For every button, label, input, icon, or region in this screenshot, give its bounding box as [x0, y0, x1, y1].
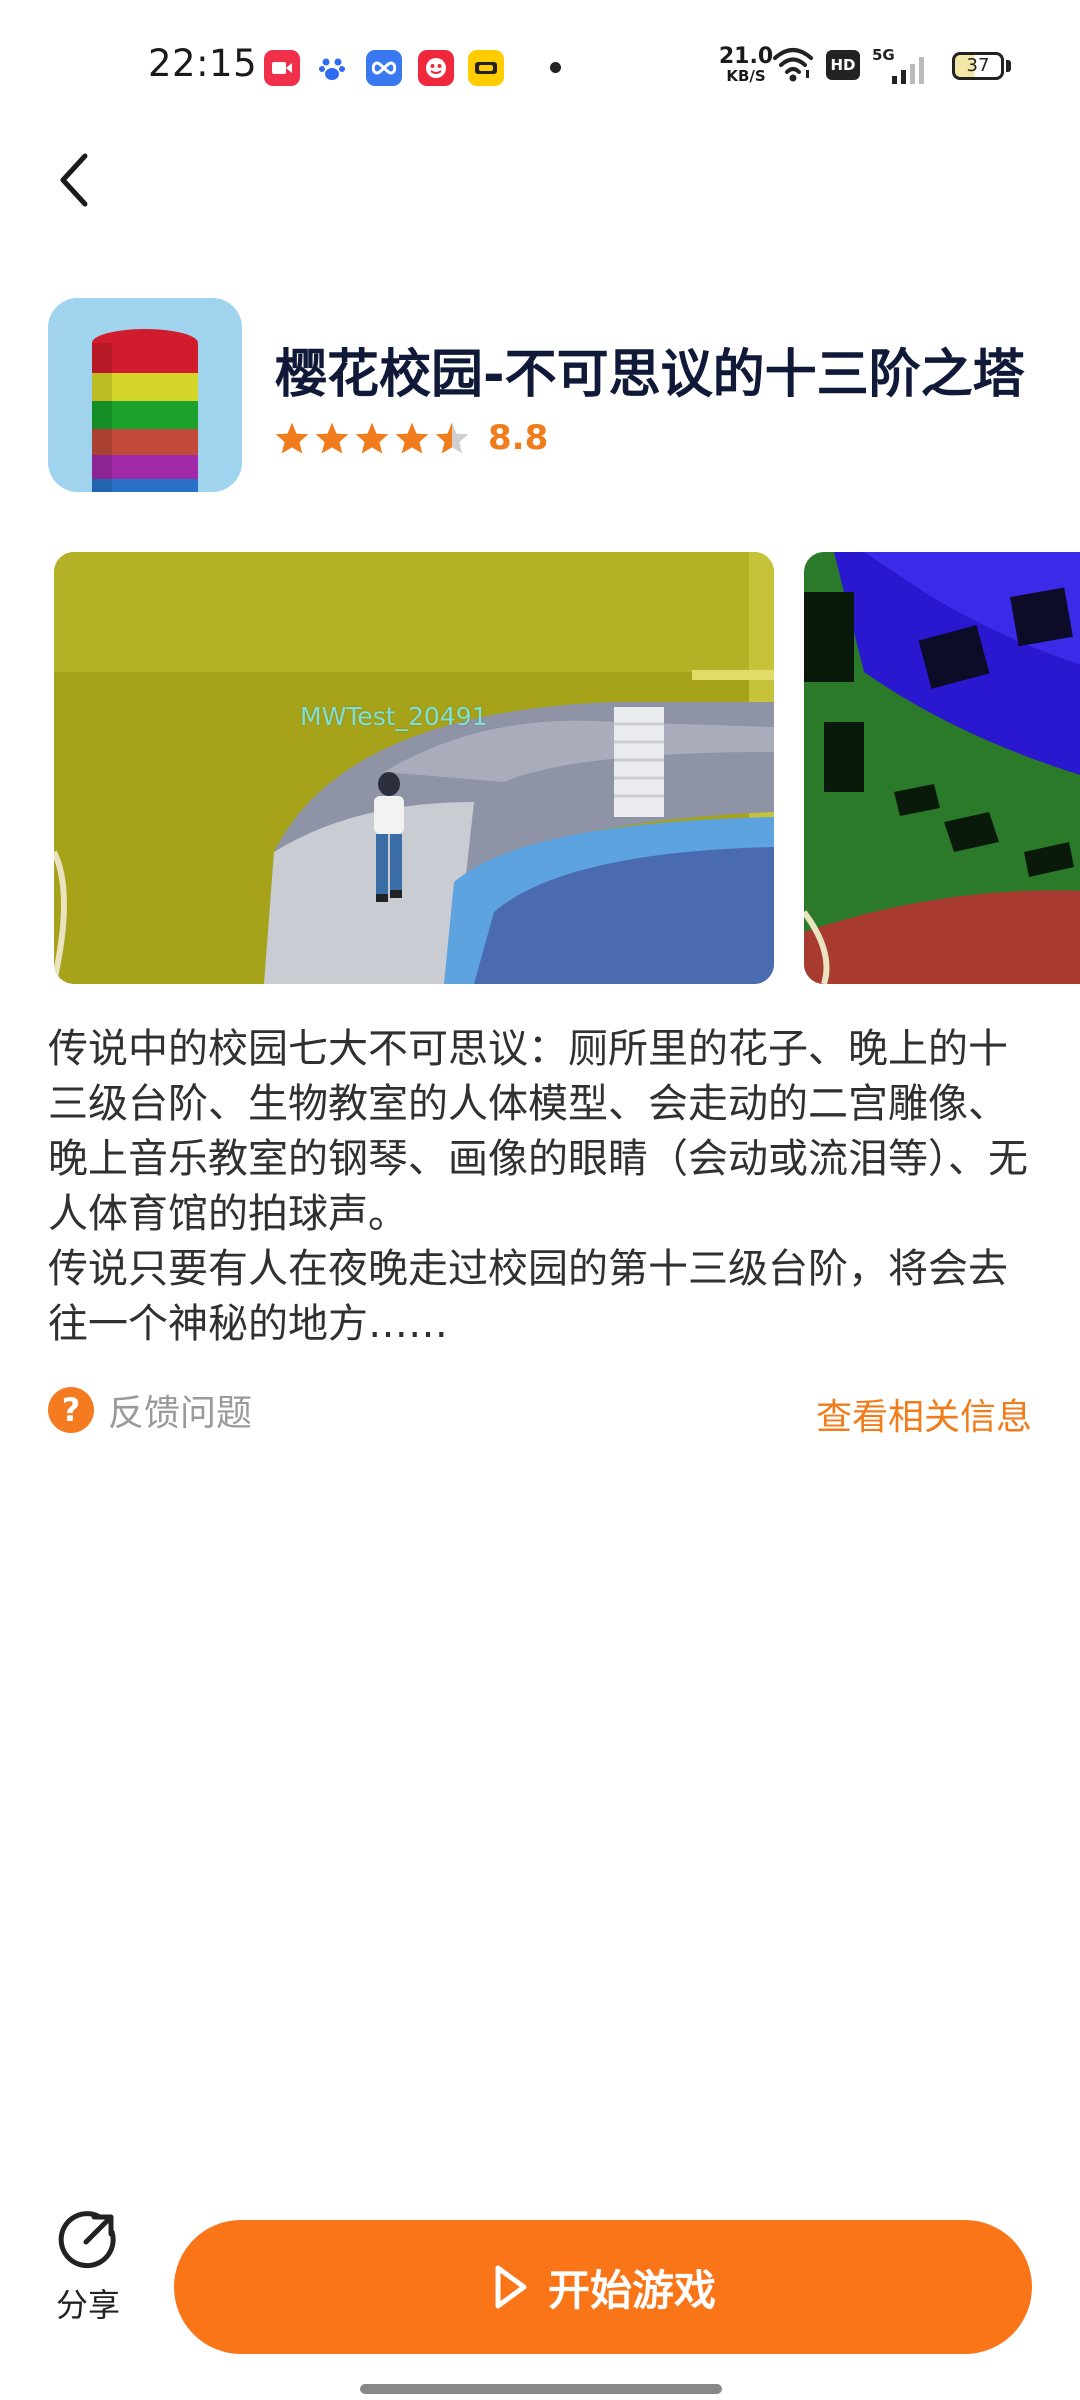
start-game-label: 开始游戏: [547, 2265, 716, 2315]
rating: 8.8: [274, 418, 548, 458]
notification-dot: [550, 62, 561, 73]
star-full-icon: [275, 422, 309, 454]
hd-badge: HD: [826, 50, 860, 80]
share-button[interactable]: 分享: [40, 2210, 136, 2326]
battery-level: 37: [966, 55, 990, 76]
star-half-icon: [435, 422, 469, 454]
screenshot-2[interactable]: [804, 552, 1080, 984]
star-full-icon: [395, 422, 429, 454]
start-game-button[interactable]: 开始游戏: [174, 2220, 1032, 2354]
network-speed-value: 21.0: [718, 44, 774, 69]
share-label: 分享: [55, 2286, 120, 2324]
view-related-info-link[interactable]: 查看相关信息: [816, 1388, 1032, 1440]
status-bar: 22:15 21.0 KB/S HD 5G 37: [0, 0, 1080, 130]
game-icon: [48, 298, 242, 492]
cell-signal-icon: 5G: [872, 44, 932, 86]
game-description: 传说中的校园七大不可思议：厕所里的花子、晚上的十三级台阶、生物教室的人体模型、会…: [48, 1022, 1038, 1352]
back-button[interactable]: [44, 140, 104, 220]
battery-tip: [1006, 60, 1011, 72]
feedback-button[interactable]: ? 反馈问题: [48, 1384, 252, 1436]
rainbow-tower-icon: [48, 298, 242, 492]
share-icon: [58, 2211, 116, 2269]
baidu-icon: [314, 50, 350, 86]
taote-app-icon: [418, 50, 454, 86]
battery-icon: 37: [952, 52, 1004, 80]
chevron-left-icon: [60, 153, 88, 207]
star-full-icon: [355, 422, 389, 454]
star-full-icon: [315, 422, 349, 454]
network-speed: 21.0 KB/S: [718, 46, 774, 84]
feedback-label: 反馈问题: [108, 1393, 253, 1434]
meituan-icon: [468, 50, 504, 86]
game-scene-2: [804, 552, 1080, 984]
game-scene-1: [54, 552, 774, 984]
rating-value: 8.8: [488, 418, 549, 458]
video-app-icon: [264, 50, 300, 86]
game-title: 樱花校园-不可思议的十三阶之塔: [275, 345, 1025, 405]
question-icon: ?: [48, 1387, 94, 1433]
screenshot-1[interactable]: MWTest_20491: [54, 552, 774, 984]
play-icon: [495, 2265, 527, 2309]
description-paragraph-1: 传说中的校园七大不可思议：厕所里的花子、晚上的十三级台阶、生物教室的人体模型、会…: [48, 1026, 1028, 1237]
description-paragraph-2: 传说只要有人在夜晚走过校园的第十三级台阶，将会去往一个神秘的地方……: [48, 1246, 1008, 1347]
infinity-app-icon: [366, 50, 402, 86]
screenshot-carousel[interactable]: MWTest_20491: [54, 552, 1080, 984]
status-time: 22:15: [148, 42, 258, 85]
wifi-icon: [773, 48, 813, 82]
home-indicator[interactable]: [360, 2384, 722, 2394]
player-name-tag: MWTest_20491: [300, 702, 488, 731]
network-speed-unit: KB/S: [726, 67, 766, 85]
